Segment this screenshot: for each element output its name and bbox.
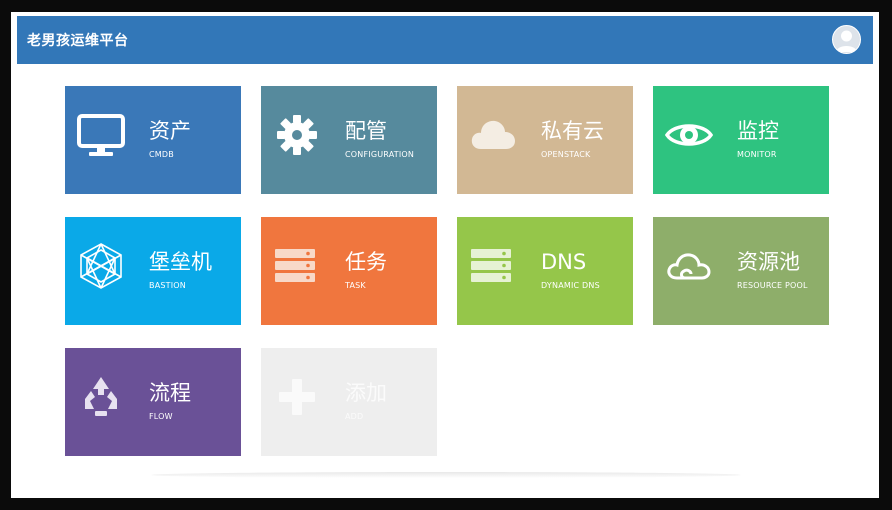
tile-subtitle: OPENSTACK <box>541 150 591 159</box>
gear-icon <box>277 115 317 155</box>
wireframe-icon <box>80 243 122 289</box>
tile-title: 私有云 <box>541 119 604 143</box>
tile-task[interactable]: 任务 TASK <box>261 217 437 325</box>
tile-add[interactable]: 添加 ADD <box>261 348 437 456</box>
tile-title: 配管 <box>345 119 387 143</box>
tile-configuration[interactable]: 配管 CONFIGURATION <box>261 86 437 194</box>
server-stack-icon <box>275 249 315 282</box>
user-icon <box>836 30 857 52</box>
tile-title: 流程 <box>149 381 191 405</box>
tile-cmdb[interactable]: 资产 CMDB <box>65 86 241 194</box>
user-avatar[interactable] <box>832 25 861 54</box>
tile-bastion[interactable]: 堡垒机 BASTION <box>65 217 241 325</box>
recycle-icon <box>85 377 117 416</box>
tile-subtitle: DYNAMIC DNS <box>541 281 600 290</box>
tile-title: 资源池 <box>737 250 800 274</box>
tile-subtitle: CMDB <box>149 150 174 159</box>
server-stack-icon <box>471 249 511 282</box>
tile-resource-pool[interactable]: 资源池 RESOURCE POOL <box>653 217 829 325</box>
tile-title: 监控 <box>737 119 779 143</box>
tile-subtitle: FLOW <box>149 412 173 421</box>
tile-subtitle: TASK <box>345 281 366 290</box>
tile-dns[interactable]: DNS DYNAMIC DNS <box>457 217 633 325</box>
tile-subtitle: CONFIGURATION <box>345 150 415 159</box>
tile-subtitle: BASTION <box>149 281 186 290</box>
eye-icon <box>665 124 713 146</box>
tile-title: 堡垒机 <box>149 250 212 274</box>
cloud-icon <box>471 120 515 149</box>
cloud-outline-icon <box>667 253 711 280</box>
tile-title: 添加 <box>345 381 387 405</box>
monitor-icon <box>77 114 125 156</box>
bottom-shadow-divider <box>151 472 741 478</box>
top-navbar: 老男孩运维平台 <box>17 16 873 64</box>
tile-subtitle: MONITOR <box>737 150 777 159</box>
plus-icon <box>279 379 315 415</box>
tile-subtitle: RESOURCE POOL <box>737 281 808 290</box>
tile-flow[interactable]: 流程 FLOW <box>65 348 241 456</box>
app-window: 老男孩运维平台 资产 CMDB 配管 CONFIGURATION 私有云 OPE… <box>11 12 879 498</box>
tile-subtitle: ADD <box>345 412 364 421</box>
app-title: 老男孩运维平台 <box>27 33 129 49</box>
tile-title: DNS <box>541 250 587 274</box>
app-tile-grid: 资产 CMDB 配管 CONFIGURATION 私有云 OPENSTACK 监… <box>65 86 829 456</box>
tile-openstack[interactable]: 私有云 OPENSTACK <box>457 86 633 194</box>
tile-title: 任务 <box>345 250 387 274</box>
tile-title: 资产 <box>149 119 191 143</box>
tile-monitor[interactable]: 监控 MONITOR <box>653 86 829 194</box>
